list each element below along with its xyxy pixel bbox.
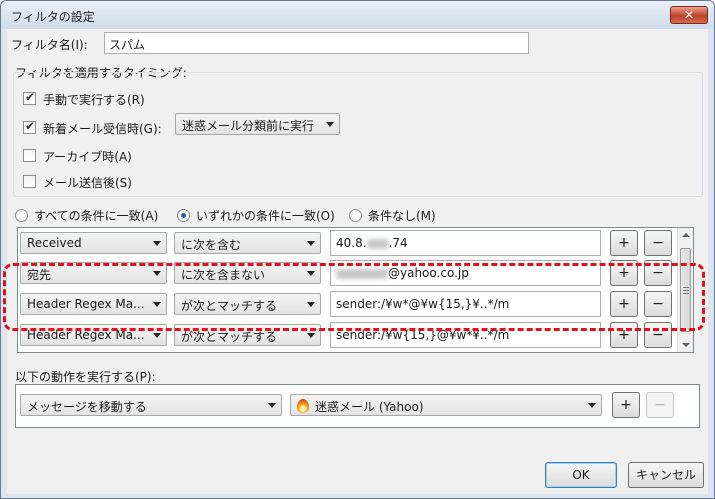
match-any-label: いずれかの条件に一致(O) xyxy=(196,209,335,223)
chevron-down-icon xyxy=(307,271,315,276)
action-target-folder-select[interactable]: 迷惑メール (Yahoo) xyxy=(290,394,602,416)
chevron-down-icon xyxy=(268,403,276,408)
condition-value-input[interactable]: 40.8. .74 xyxy=(330,230,601,256)
on-receive-label: 新着メール受信時(G): xyxy=(43,122,162,136)
condition-field-select[interactable]: 宛先 xyxy=(20,262,167,284)
action-type-value: メッセージを移動する xyxy=(27,400,147,414)
match-all-label: すべての条件に一致(A) xyxy=(34,209,159,223)
conditions-scrollbar[interactable] xyxy=(677,228,693,352)
archive-label: アーカイブ時(A) xyxy=(43,150,132,164)
add-action-button[interactable]: + xyxy=(612,392,640,418)
after-send-label: メール送信後(S) xyxy=(43,176,132,190)
title-bar: フィルタの設定 ✕ xyxy=(1,1,714,29)
condition-operator-value: に次を含まない xyxy=(181,268,266,282)
chevron-down-icon xyxy=(307,241,315,246)
condition-operator-select[interactable]: が次とマッチする xyxy=(174,324,321,346)
add-condition-button[interactable]: + xyxy=(610,230,638,256)
condition-value-input[interactable]: sender:/¥w*@¥w{15,}¥..*/m xyxy=(330,291,601,317)
condition-operator-select[interactable]: に次を含む xyxy=(174,232,321,254)
action-type-select[interactable]: メッセージを移動する xyxy=(20,394,282,416)
scroll-up-arrow-icon[interactable] xyxy=(682,233,690,237)
add-condition-button[interactable]: + xyxy=(610,260,638,286)
condition-operator-select[interactable]: が次とマッチする xyxy=(174,293,321,315)
chevron-down-icon xyxy=(153,333,161,338)
folder-flame-icon xyxy=(297,399,309,413)
scroll-thumb[interactable] xyxy=(680,248,691,332)
ok-button[interactable]: OK xyxy=(545,462,617,488)
match-none-label: 条件なし(M) xyxy=(368,209,436,223)
grip-line xyxy=(683,290,689,291)
condition-value-input[interactable]: @yahoo.co.jp xyxy=(330,260,601,286)
condition-field-select[interactable]: Header Regex Ma... xyxy=(20,293,167,315)
condition-operator-select[interactable]: に次を含まない xyxy=(174,262,321,284)
remove-condition-button[interactable]: − xyxy=(644,322,672,348)
condition-field-value: Received xyxy=(27,236,82,250)
chevron-down-icon xyxy=(588,403,596,408)
redacted-text xyxy=(336,268,388,279)
on-receive-timing-value: 迷惑メール分類前に実行 xyxy=(182,119,315,133)
condition-field-value: 宛先 xyxy=(27,268,52,282)
condition-field-value: Header Regex Ma... xyxy=(27,297,145,311)
add-condition-button[interactable]: + xyxy=(610,291,638,317)
chevron-down-icon xyxy=(326,122,334,127)
window-title: フィルタの設定 xyxy=(11,10,95,24)
condition-value-input[interactable]: sender:/¥w{15,}@¥w*¥..*/m xyxy=(330,322,601,348)
remove-action-button[interactable]: − xyxy=(646,392,674,418)
condition-value-suffix: @yahoo.co.jp xyxy=(388,266,469,280)
chevron-down-icon xyxy=(153,302,161,307)
scroll-down-arrow-icon[interactable] xyxy=(682,343,690,347)
filter-settings-dialog: フィルタの設定 ✕ フィルタ名(I): スパム フィルタを適用するタイミング: … xyxy=(0,0,715,499)
action-target-value: 迷惑メール (Yahoo) xyxy=(315,400,424,414)
on-receive-timing-select[interactable]: 迷惑メール分類前に実行 xyxy=(175,113,340,135)
match-none-radio[interactable] xyxy=(349,209,362,222)
condition-row: Header Regex Ma... が次とマッチする sender:/¥w{1… xyxy=(18,321,678,351)
condition-field-value: Header Regex Ma... xyxy=(27,328,145,342)
after-send-checkbox[interactable] xyxy=(23,175,36,188)
redacted-text xyxy=(366,238,389,249)
condition-row: 宛先 に次を含まない @yahoo.co.jp + − xyxy=(18,259,678,289)
match-any-radio[interactable] xyxy=(177,209,190,222)
condition-field-select[interactable]: Received xyxy=(20,232,167,254)
condition-row: Received に次を含む 40.8. .74 + − xyxy=(18,229,678,259)
timing-groupbox: ✔ 手動で実行する(R) ✔ 新着メール受信時(G): 迷惑メール分類前に実行 … xyxy=(13,72,703,197)
manual-label: 手動で実行する(R) xyxy=(43,93,145,107)
grip-line xyxy=(683,287,689,288)
check-mark-icon: ✔ xyxy=(25,119,36,133)
filter-name-label: フィルタ名(I): xyxy=(11,38,88,52)
actions-label: 以下の動作を実行する(P): xyxy=(15,370,156,384)
condition-field-select[interactable]: Header Regex Ma... xyxy=(20,324,167,346)
cancel-button[interactable]: キャンセル xyxy=(628,462,704,488)
chevron-down-icon xyxy=(307,302,315,307)
check-mark-icon: ✔ xyxy=(25,90,36,104)
condition-operator-value: に次を含む xyxy=(181,238,242,252)
dialog-body: フィルタ名(I): スパム フィルタを適用するタイミング: ✔ 手動で実行する(… xyxy=(7,29,708,494)
chevron-down-icon xyxy=(153,241,161,246)
remove-condition-button[interactable]: − xyxy=(644,230,672,256)
chevron-down-icon xyxy=(307,333,315,338)
conditions-list: Received に次を含む 40.8. .74 + − 宛先 に次を含まない xyxy=(17,227,694,353)
chevron-down-icon xyxy=(153,271,161,276)
add-condition-button[interactable]: + xyxy=(610,322,638,348)
condition-value-prefix: 40.8. xyxy=(336,236,367,250)
on-receive-checkbox[interactable]: ✔ xyxy=(23,119,36,134)
condition-operator-value: が次とマッチする xyxy=(181,330,278,344)
filter-name-input[interactable]: スパム xyxy=(104,32,529,54)
manual-checkbox[interactable]: ✔ xyxy=(23,90,36,105)
condition-value-prefix: sender:/¥w{15,}@¥w*¥..*/m xyxy=(336,328,510,342)
remove-condition-button[interactable]: − xyxy=(644,260,672,286)
actions-list: メッセージを移動する 迷惑メール (Yahoo) + − xyxy=(15,384,700,428)
condition-value-prefix: sender:/¥w*@¥w{15,}¥..*/m xyxy=(336,297,510,311)
condition-value-suffix: .74 xyxy=(388,236,408,250)
grip-line xyxy=(683,293,689,294)
archive-checkbox[interactable] xyxy=(23,149,36,162)
match-all-radio[interactable] xyxy=(15,209,28,222)
condition-row: Header Regex Ma... が次とマッチする sender:/¥w*@… xyxy=(18,290,678,320)
condition-operator-value: が次とマッチする xyxy=(181,299,278,313)
close-button[interactable]: ✕ xyxy=(670,6,708,24)
remove-condition-button[interactable]: − xyxy=(644,291,672,317)
